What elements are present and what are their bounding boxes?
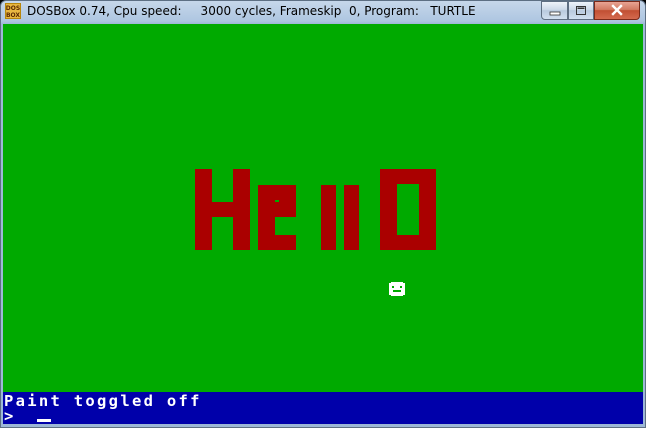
status-bar: Paint toggled off > <box>3 392 643 424</box>
maximize-button[interactable] <box>568 1 594 20</box>
status-message: Paint toggled off <box>4 392 202 410</box>
svg-text:DOS: DOS <box>6 5 20 12</box>
window-title: DOSBox 0.74, Cpu speed: 3000 cycles, Fra… <box>27 4 476 18</box>
maximize-icon <box>576 6 586 15</box>
turtle-drawing <box>195 169 436 250</box>
dos-screen[interactable]: Paint toggled off > <box>3 24 643 424</box>
turtle-icon <box>389 282 405 296</box>
minimize-button[interactable] <box>541 1 568 20</box>
text-cursor[interactable] <box>37 419 51 422</box>
command-prompt: > <box>4 407 16 424</box>
dosbox-window: DOS BOX DOSBox 0.74, Cpu speed: 3000 cyc… <box>0 0 646 428</box>
dosbox-icon[interactable]: DOS BOX <box>5 3 21 19</box>
minimize-icon <box>549 11 560 16</box>
close-button[interactable] <box>594 1 640 20</box>
title-bar[interactable]: DOS BOX DOSBox 0.74, Cpu speed: 3000 cyc… <box>1 1 645 23</box>
svg-text:BOX: BOX <box>6 12 20 19</box>
turtle-canvas[interactable] <box>3 24 643 392</box>
close-icon <box>611 4 623 16</box>
